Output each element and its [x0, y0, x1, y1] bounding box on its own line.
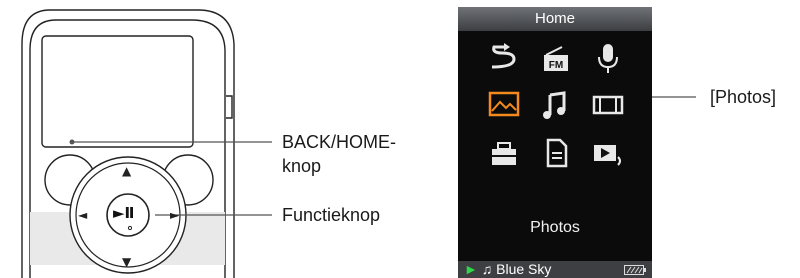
callout-function-button: Functieknop — [282, 205, 381, 225]
settings-toolbox-icon[interactable] — [484, 135, 524, 171]
left-arrow-icon[interactable]: ◄ — [78, 208, 87, 222]
battery-icon — [624, 265, 646, 275]
side-button — [226, 95, 233, 119]
down-arrow-icon[interactable]: ▼ — [122, 255, 131, 269]
device-screen-frame — [41, 35, 194, 148]
callout-back-home-line2: knop — [282, 156, 322, 176]
callout-back-home-line1: BACK/HOME- — [282, 132, 397, 152]
callout-dot-back-home — [69, 139, 75, 145]
right-arrow-icon[interactable]: ► — [170, 208, 179, 222]
up-arrow-icon[interactable]: ▲ — [122, 164, 131, 178]
video-icon[interactable] — [588, 87, 628, 123]
screen-title: Home — [458, 7, 652, 31]
status-bar: ► ♫ Blue Sky — [458, 261, 652, 278]
play-pause-icon: ►Ⅱ — [113, 204, 135, 222]
photos-icon[interactable] — [484, 87, 524, 123]
playlist-document-icon[interactable] — [536, 135, 576, 171]
callout-back-home: BACK/HOME- knop — [282, 130, 396, 178]
shuffle-icon[interactable] — [484, 41, 524, 77]
music-icon[interactable] — [536, 87, 576, 123]
play-status-icon: ► — [464, 261, 478, 277]
microphone-icon[interactable] — [588, 41, 628, 77]
selected-item-label: Photos — [530, 219, 580, 236]
svg-text:FM: FM — [549, 60, 563, 71]
device-illustration — [21, 9, 696, 278]
home-screen: Home FM Photos ► ♫ Blue Sky — [458, 7, 652, 278]
callout-photos: [Photos] — [710, 87, 777, 107]
now-playing-track: ♫ Blue Sky — [481, 261, 552, 277]
now-playing-icon[interactable] — [588, 135, 628, 171]
fm-radio-icon[interactable]: FM — [536, 41, 576, 77]
